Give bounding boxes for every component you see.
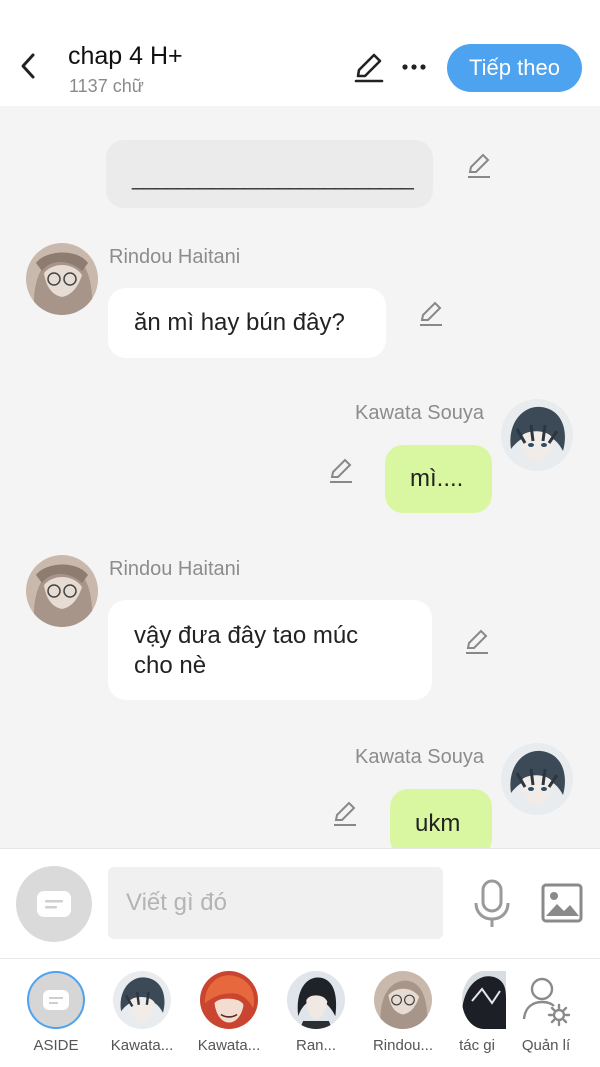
avatar-kawata[interactable]: [501, 399, 573, 471]
edit-message-icon[interactable]: [331, 800, 359, 828]
character-aside[interactable]: ASIDE: [14, 971, 98, 1054]
edit-pencil-icon[interactable]: [352, 52, 386, 84]
message-bubble[interactable]: ăn mì hay bún đây?: [108, 288, 386, 358]
aside-icon: [37, 891, 71, 917]
chat-area[interactable]: _________________________ Rindou Haitani…: [0, 106, 600, 848]
composer-bar: [0, 848, 600, 958]
avatar: [113, 971, 171, 1029]
sender-name: Rindou Haitani: [109, 246, 241, 268]
character-label: ASIDE: [33, 1037, 79, 1054]
character-label: Kawata...: [197, 1037, 261, 1054]
edit-message-icon[interactable]: [417, 300, 445, 328]
aside-icon: [27, 971, 85, 1029]
character-label: Rindou...: [372, 1037, 434, 1054]
message-bubble[interactable]: vậy đưa đây tao múc cho nè: [108, 600, 432, 700]
edit-message-icon[interactable]: [465, 152, 493, 180]
chapter-title: chap 4 H+: [68, 42, 183, 70]
character-label: tác gi: [459, 1037, 495, 1054]
image-icon[interactable]: [541, 883, 583, 923]
message-text: mì....: [410, 465, 464, 492]
next-button[interactable]: Tiếp theo: [447, 44, 582, 92]
top-bar: chap 4 H+ 1137 chữ Tiếp theo: [0, 0, 600, 106]
edit-message-icon[interactable]: [327, 457, 355, 485]
character-ran[interactable]: Ran...: [274, 971, 358, 1054]
message-bubble[interactable]: mì....: [385, 445, 492, 513]
avatar: [287, 971, 345, 1029]
message-text-line: cho nè: [134, 652, 207, 679]
avatar: [200, 971, 258, 1029]
manage-user-icon: [517, 971, 575, 1029]
character-label: Ran...: [295, 1037, 337, 1054]
narration-bubble[interactable]: _________________________: [106, 140, 433, 208]
edit-message-icon[interactable]: [463, 628, 491, 656]
narration-text: _________________________: [132, 165, 414, 190]
sender-name: Rindou Haitani: [109, 558, 241, 580]
avatar-kawata[interactable]: [501, 743, 573, 815]
message-input-box[interactable]: [108, 867, 443, 939]
avatar: [374, 971, 432, 1029]
more-options-icon[interactable]: [398, 52, 430, 82]
avatar-rindou[interactable]: [26, 555, 98, 627]
back-arrow-icon[interactable]: [14, 50, 42, 82]
word-count: 1137 chữ: [69, 76, 144, 96]
message-text-line: vậy đưa đây tao múc: [134, 622, 359, 649]
microphone-icon[interactable]: [472, 879, 512, 929]
avatar: [462, 971, 506, 1029]
character-label: Quản lí: [521, 1037, 571, 1054]
sender-name: Kawata Souya: [355, 402, 484, 424]
message-text: ăn mì hay bún đây?: [134, 309, 345, 336]
message-input[interactable]: [108, 867, 443, 939]
character-kawata-2[interactable]: Kawata...: [187, 971, 271, 1054]
character-bar: ASIDE Kawata... Kawata... Ran... Rindou.…: [0, 958, 600, 1067]
character-author[interactable]: tác gi: [448, 971, 506, 1054]
message-bubble[interactable]: ukm: [390, 789, 492, 848]
character-label: Kawata...: [110, 1037, 174, 1054]
aside-toggle-button[interactable]: [16, 866, 92, 942]
character-kawata-1[interactable]: Kawata...: [100, 971, 184, 1054]
message-text: ukm: [415, 810, 461, 837]
sender-name: Kawata Souya: [355, 746, 484, 768]
manage-characters[interactable]: Quản lí: [508, 971, 584, 1054]
avatar-rindou[interactable]: [26, 243, 98, 315]
character-rindou[interactable]: Rindou...: [361, 971, 445, 1054]
